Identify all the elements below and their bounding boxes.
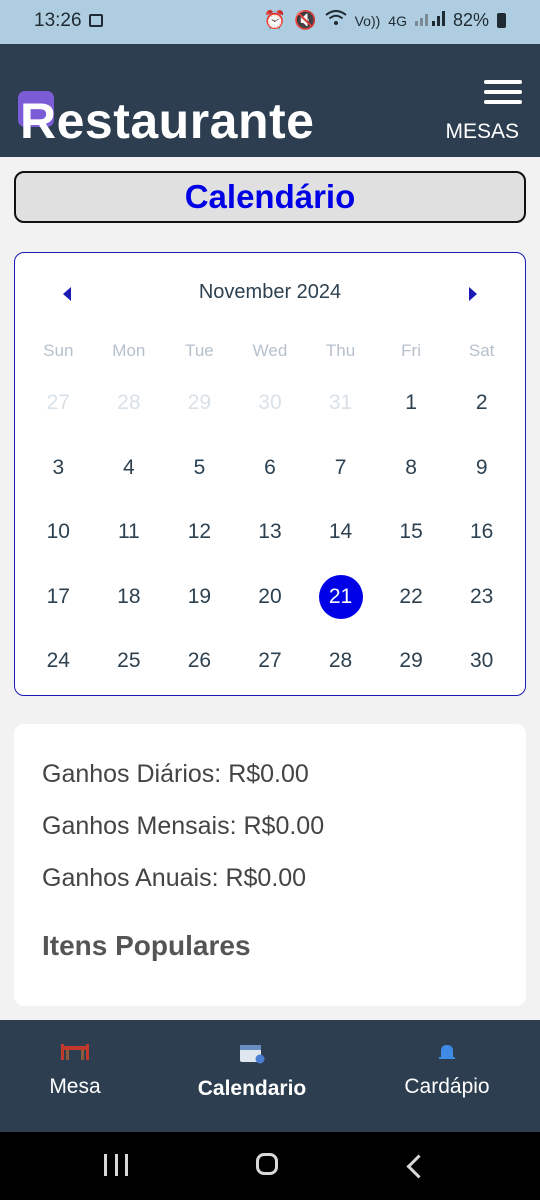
menu-icon[interactable] bbox=[484, 80, 522, 104]
wifi-icon bbox=[324, 10, 347, 31]
gallery-notification-icon bbox=[89, 14, 103, 27]
calendar-day[interactable]: 27 bbox=[23, 381, 94, 425]
status-icons: ⏰ 🔇 Vo)) 4G 82% bbox=[264, 10, 506, 31]
table-icon bbox=[61, 1042, 89, 1062]
calendar-day[interactable]: 30 bbox=[235, 381, 306, 425]
earnings-card: Ganhos Diários: R$0.00 Ganhos Mensais: R… bbox=[14, 724, 526, 1006]
calendar-week: 27 28 29 30 31 1 2 bbox=[23, 381, 517, 425]
yearly-earnings: Ganhos Anuais: R$0.00 bbox=[42, 864, 307, 892]
weekday-label: Sat bbox=[468, 341, 495, 360]
calendar-day[interactable]: 16 bbox=[446, 510, 517, 554]
calendar-day[interactable]: 20 bbox=[235, 575, 306, 619]
mesas-link[interactable]: MESAS bbox=[445, 120, 519, 144]
calendar-day[interactable]: 14 bbox=[305, 510, 376, 554]
page-title: Calendário bbox=[14, 171, 526, 223]
weekday-label: Tue bbox=[185, 341, 214, 360]
weekday-label: Thu bbox=[325, 341, 356, 360]
calendar-day[interactable]: 31 bbox=[305, 381, 376, 425]
volte-label: Vo)) bbox=[354, 12, 381, 29]
network-4g-label: 4G bbox=[388, 12, 407, 29]
calendar-day[interactable]: 8 bbox=[376, 446, 447, 490]
calendar-day[interactable]: 9 bbox=[446, 446, 517, 490]
tab-label: Calendario bbox=[197, 1077, 307, 1100]
calendar-week: 10 11 12 13 14 15 16 bbox=[23, 510, 517, 554]
calendar-day[interactable]: 28 bbox=[94, 381, 165, 425]
calendar-day[interactable]: 3 bbox=[23, 446, 94, 490]
calendar-icon bbox=[239, 1042, 265, 1064]
weekday-label: Sun bbox=[43, 341, 74, 360]
tab-calendario[interactable]: Calendario bbox=[172, 1042, 332, 1101]
calendar-day[interactable]: 22 bbox=[376, 575, 447, 619]
mute-icon: 🔇 bbox=[294, 10, 317, 30]
bottom-tab-bar: Mesa Calendario Cardápio bbox=[0, 1020, 540, 1132]
calendar-week: 17 18 19 20 21 22 23 bbox=[23, 575, 517, 619]
calendar-header: November 2024 bbox=[15, 281, 525, 311]
calendar-day[interactable]: 5 bbox=[164, 446, 235, 490]
home-icon[interactable] bbox=[256, 1153, 278, 1175]
back-icon[interactable] bbox=[406, 1154, 431, 1179]
calendar-day[interactable]: 15 bbox=[376, 510, 447, 554]
calendar-day[interactable]: 4 bbox=[94, 446, 165, 490]
calendar-day[interactable]: 24 bbox=[23, 639, 94, 683]
month-label: November 2024 bbox=[198, 281, 342, 303]
status-bar: 13:26 ⏰ 🔇 Vo)) 4G 82% bbox=[0, 0, 540, 44]
calendar-day-selected[interactable]: 21 bbox=[305, 575, 376, 619]
next-month-icon[interactable] bbox=[469, 287, 477, 301]
calendar-day[interactable]: 29 bbox=[376, 639, 447, 683]
calendar-day[interactable]: 19 bbox=[164, 575, 235, 619]
calendar-day[interactable]: 30 bbox=[446, 639, 517, 683]
battery-percent: 82% bbox=[452, 10, 489, 30]
calendar-day[interactable]: 11 bbox=[94, 510, 165, 554]
tab-cardapio[interactable]: Cardápio bbox=[367, 1042, 527, 1099]
calendar-day[interactable]: 1 bbox=[376, 381, 447, 425]
calendar-day[interactable]: 27 bbox=[235, 639, 306, 683]
alarm-icon: ⏰ bbox=[263, 10, 287, 30]
calendar-day[interactable]: 17 bbox=[23, 575, 94, 619]
weekday-label: Wed bbox=[252, 341, 288, 360]
calendar-widget: November 2024 Sun Mon Tue Wed Thu Fri Sa… bbox=[14, 252, 526, 696]
weekday-label: Fri bbox=[401, 341, 421, 360]
calendar-week: 24 25 26 27 28 29 30 bbox=[23, 639, 517, 683]
calendar-day[interactable]: 6 bbox=[235, 446, 306, 490]
calendar-week: 3 4 5 6 7 8 9 bbox=[23, 446, 517, 490]
status-time: 13:26 bbox=[34, 10, 82, 31]
calendar-day[interactable]: 18 bbox=[94, 575, 165, 619]
system-nav-bar bbox=[0, 1132, 540, 1200]
battery-icon bbox=[497, 13, 506, 28]
app-title: Restaurante bbox=[20, 93, 315, 149]
tab-label: Cardápio bbox=[404, 1075, 490, 1098]
calendar-day[interactable]: 26 bbox=[164, 639, 235, 683]
recent-apps-icon[interactable] bbox=[104, 1154, 128, 1176]
calendar-day[interactable]: 2 bbox=[446, 381, 517, 425]
bell-icon bbox=[437, 1042, 457, 1062]
popular-items-heading: Itens Populares bbox=[42, 930, 251, 961]
tab-mesa[interactable]: Mesa bbox=[0, 1042, 155, 1099]
calendar-day[interactable]: 13 bbox=[235, 510, 306, 554]
calendar-day[interactable]: 7 bbox=[305, 446, 376, 490]
calendar-day[interactable]: 25 bbox=[94, 639, 165, 683]
calendar-day[interactable]: 28 bbox=[305, 639, 376, 683]
monthly-earnings: Ganhos Mensais: R$0.00 bbox=[42, 812, 325, 840]
calendar-day[interactable]: 12 bbox=[164, 510, 235, 554]
weekday-row: Sun Mon Tue Wed Thu Fri Sat bbox=[23, 341, 517, 361]
calendar-day[interactable]: 29 bbox=[164, 381, 235, 425]
daily-earnings: Ganhos Diários: R$0.00 bbox=[42, 760, 309, 788]
calendar-day[interactable]: 10 bbox=[23, 510, 94, 554]
app-header: Restaurante MESAS bbox=[0, 44, 540, 157]
tab-label: Mesa bbox=[49, 1075, 101, 1098]
signal-icon bbox=[414, 10, 445, 31]
weekday-label: Mon bbox=[112, 341, 146, 360]
calendar-day[interactable]: 23 bbox=[446, 575, 517, 619]
